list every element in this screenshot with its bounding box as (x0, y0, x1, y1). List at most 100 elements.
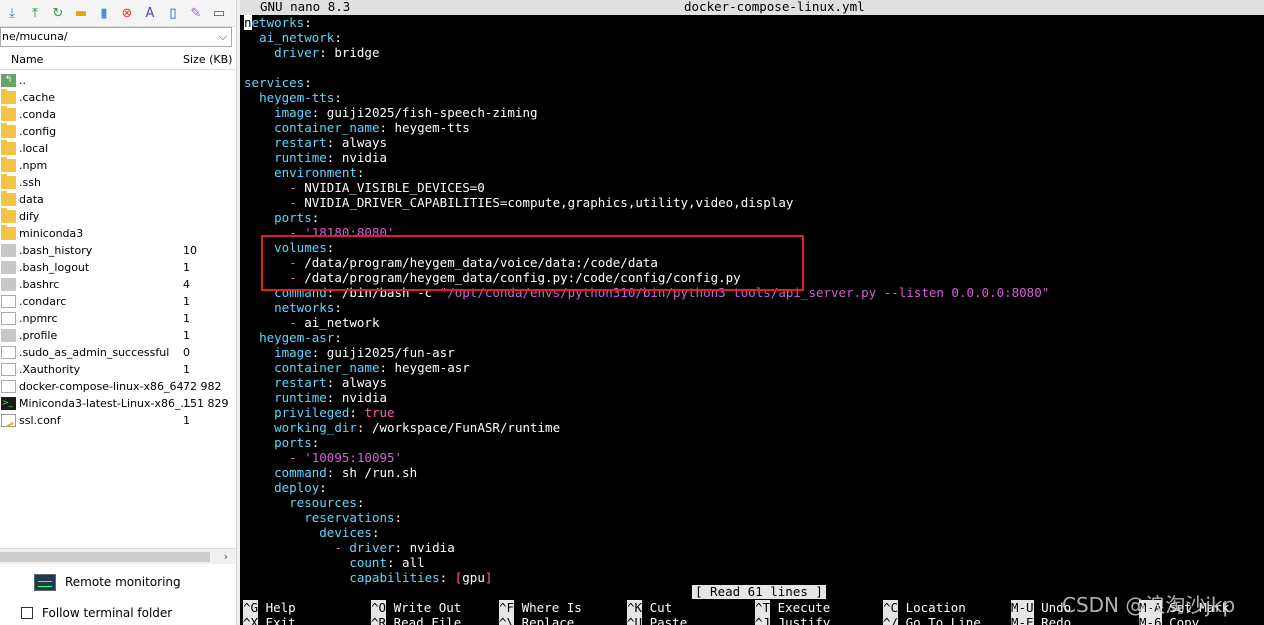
code-line: services: (244, 75, 1049, 90)
remote-monitoring-button[interactable]: Remote monitoring (34, 572, 181, 592)
code-line: heygem-asr: (244, 330, 1049, 345)
file-row[interactable]: .Xauthority 1 (0, 361, 236, 378)
refresh-icon[interactable]: ↻ (49, 4, 67, 22)
shortcut-label: Read File (393, 615, 462, 625)
code-line: ports: (244, 435, 1049, 450)
size-column-header[interactable]: Size (KB) (183, 53, 232, 66)
file-row[interactable]: .bash_logout 1 (0, 259, 236, 276)
file-row[interactable]: >_ Miniconda3-latest-Linux-x86_... 151 829 (0, 395, 236, 412)
file-row[interactable]: .npmrc 1 (0, 310, 236, 327)
chevron-down-icon[interactable]: ⌵ (219, 28, 227, 46)
file-row[interactable]: .config (0, 123, 236, 140)
file-row[interactable]: miniconda3 (0, 225, 236, 242)
code-token: : (356, 165, 365, 180)
shortcut-label: Go To Line (905, 615, 981, 625)
follow-terminal-folder-toggle[interactable]: Follow terminal folder (21, 605, 172, 621)
shortcut-spacer (386, 600, 394, 615)
file-row[interactable]: .profile 1 (0, 327, 236, 344)
shortcut-label: Exit (265, 615, 296, 625)
hidden-file-icon (1, 278, 16, 291)
delete-icon[interactable]: ⊗ (118, 4, 136, 22)
code-line: deploy: (244, 480, 1049, 495)
file-row[interactable]: .bashrc 4 (0, 276, 236, 293)
file-row[interactable]: .sudo_as_admin_successful 0 (0, 344, 236, 361)
file-name: docker-compose-linux-x86_64 (19, 380, 184, 393)
code-token: - (289, 195, 305, 210)
code-token: reservations (304, 510, 395, 525)
file-row[interactable]: data (0, 191, 236, 208)
file-row[interactable]: .conda (0, 106, 236, 123)
folder-icon (1, 89, 16, 104)
folder-icon (1, 123, 16, 138)
file-row[interactable]: .cache (0, 89, 236, 106)
file-name: .npmrc (19, 312, 58, 325)
file-name: .config (19, 125, 57, 138)
code-token: image (274, 105, 312, 120)
editor-content[interactable]: networks: ai_network: driver: bridge serv… (244, 15, 1049, 585)
code-token: : nvidia (326, 390, 388, 405)
code-line: image: guiji2025/fun-asr (244, 345, 1049, 360)
file-row[interactable]: docker-compose-linux-x86_64 72 982 (0, 378, 236, 395)
shortcut-key: ^F (499, 600, 515, 615)
file-row[interactable]: ssl.conf 1 (0, 412, 236, 429)
shortcut-key: ^U (627, 615, 643, 625)
monitor-icon (34, 573, 56, 591)
file-row[interactable]: dify (0, 208, 236, 225)
file-row[interactable]: ↰.. (0, 72, 236, 89)
file-row[interactable]: .ssh (0, 174, 236, 191)
code-token: ai_network (259, 30, 335, 45)
scroll-right-icon[interactable]: › (224, 550, 228, 563)
follow-terminal-checkbox[interactable] (21, 607, 33, 619)
shortcut-key: M-E (1011, 615, 1034, 625)
name-column-header[interactable]: Name (11, 53, 43, 66)
shortcut-spacer (770, 600, 778, 615)
code-token: : (349, 405, 365, 420)
terminal[interactable]: GNU nano 8.3 docker-compose-linux.yml ne… (240, 0, 1264, 625)
code-line: driver: bridge (244, 45, 1049, 60)
shortcut-spacer (1034, 615, 1042, 625)
shortcut-spacer (258, 615, 266, 625)
edit-icon[interactable]: ✎ (187, 4, 205, 22)
shortcut-spacer (898, 615, 906, 625)
terminal-icon[interactable]: ▭ (210, 4, 228, 22)
file-icon (1, 295, 16, 308)
code-token: heygem-asr (259, 330, 335, 345)
file-row[interactable]: .condarc 1 (0, 293, 236, 310)
shortcut-key: ^G (243, 600, 259, 615)
new-file-icon[interactable]: ▮ (95, 4, 113, 22)
code-token: : bridge (319, 45, 380, 60)
code-token: - (289, 450, 305, 465)
follow-terminal-label: Follow terminal folder (42, 606, 173, 620)
code-line: container_name: heygem-asr (244, 360, 1049, 375)
open-icon[interactable]: ▯ (164, 4, 182, 22)
shortcut-spacer (514, 600, 522, 615)
rename-icon[interactable]: A (141, 4, 159, 22)
horizontal-scrollbar[interactable]: › (0, 548, 236, 564)
file-row[interactable]: .npm (0, 157, 236, 174)
file-row[interactable]: .bash_history 10 (0, 242, 236, 259)
code-token: : heygem-asr (379, 360, 470, 375)
file-list-header: Name Size (KB) (0, 50, 236, 70)
code-token: devices (319, 525, 372, 540)
shortcut-label: Execute (777, 600, 831, 615)
shortcut-key: ^J (755, 615, 771, 625)
code-token: : nvidia (394, 540, 455, 555)
code-token: : always (326, 375, 388, 390)
path-dropdown[interactable]: ne/mucuna/ ⌵ (0, 27, 232, 47)
download-icon[interactable]: ⤓ (3, 4, 21, 22)
code-token: heygem-tts (259, 90, 335, 105)
new-folder-icon[interactable]: ▬ (72, 4, 90, 22)
code-token: : /workspace/FunASR/runtime (356, 420, 561, 435)
folder-icon (1, 157, 16, 172)
scrollbar-thumb[interactable] (0, 552, 210, 562)
upload-icon[interactable]: ⤒ (26, 4, 44, 22)
file-row[interactable]: .local (0, 140, 236, 157)
